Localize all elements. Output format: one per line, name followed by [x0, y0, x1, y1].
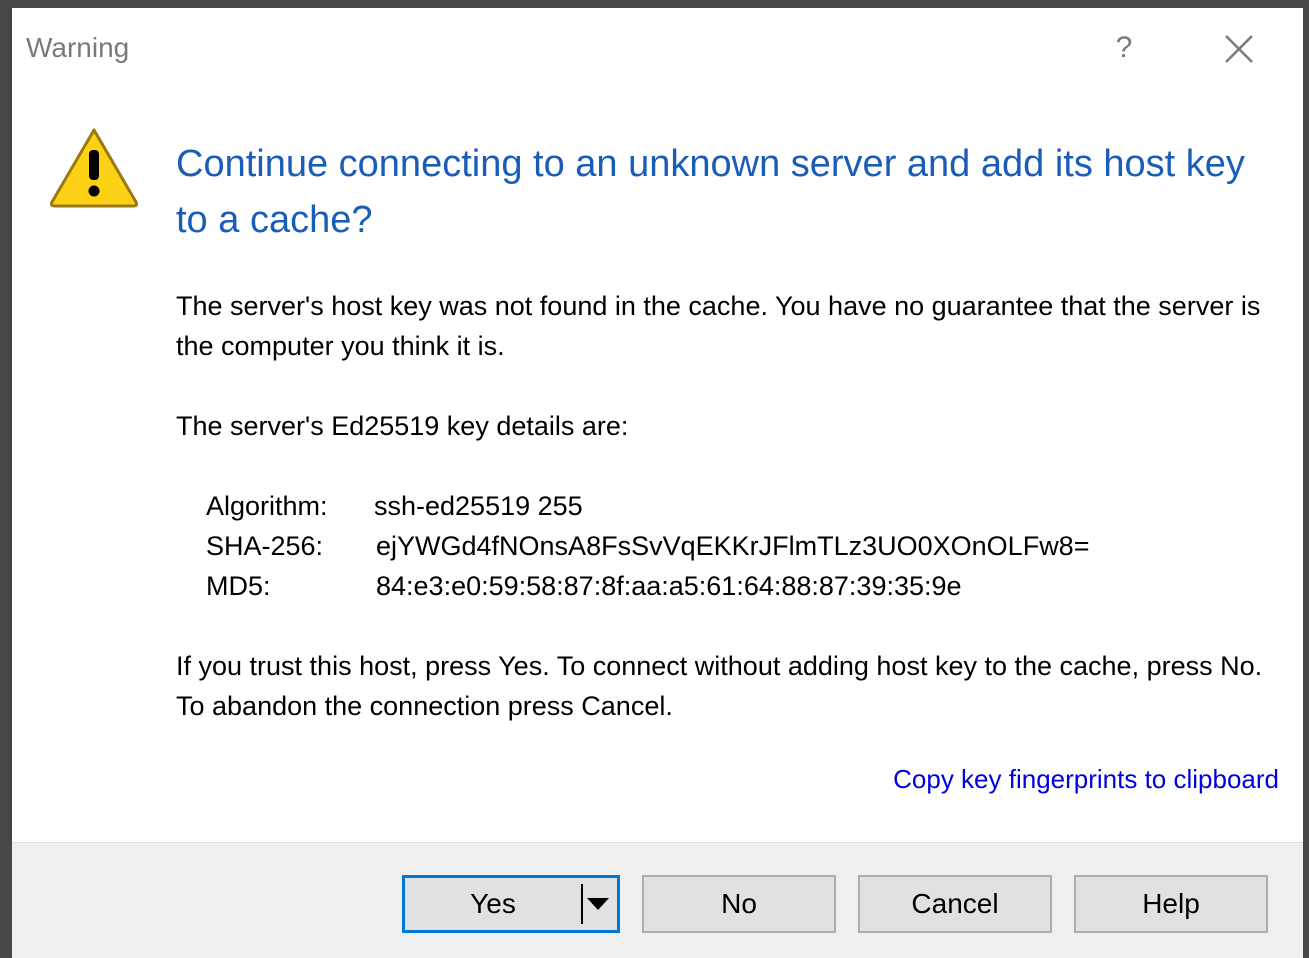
key-details: Algorithm: ssh-ed25519 255 SHA-256: ejYW… — [206, 486, 1089, 606]
detail-value: ejYWGd4fNOnsA8FsSvVqEKKrJFlmTLz3UO0XOnOL… — [376, 531, 1090, 561]
main-instruction: Continue connecting to an unknown server… — [176, 143, 1245, 241]
yes-button-label[interactable]: Yes — [405, 878, 581, 930]
copy-fingerprints-link[interactable]: Copy key fingerprints to clipboard — [893, 764, 1279, 795]
key-details-heading: The server's Ed25519 key details are: — [176, 411, 629, 441]
help-button[interactable]: Help — [1074, 875, 1268, 933]
detail-value: 84:e3:e0:59:58:87:8f:aa:a5:61:64:88:87:3… — [376, 571, 962, 601]
detail-row-sha256: SHA-256: ejYWGd4fNOnsA8FsSvVqEKKrJFlmTLz… — [206, 526, 1089, 566]
detail-row-md5: MD5: 84:e3:e0:59:58:87:8f:aa:a5:61:64:88… — [206, 566, 1089, 606]
detail-label: SHA-256: — [206, 531, 324, 561]
warning-icon — [48, 126, 140, 208]
yes-split-button[interactable]: Yes — [402, 875, 620, 933]
help-icon[interactable]: ? — [1104, 26, 1144, 70]
host-key-not-found-text: The server's host key was not found in t… — [176, 291, 1261, 361]
instructions-text: If you trust this host, press Yes. To co… — [176, 651, 1263, 721]
detail-label: MD5: — [206, 571, 271, 601]
detail-value: ssh-ed25519 255 — [374, 491, 583, 521]
close-icon[interactable] — [1216, 28, 1260, 72]
detail-row-algorithm: Algorithm: ssh-ed25519 255 — [206, 486, 1089, 526]
cancel-button[interactable]: Cancel — [858, 875, 1052, 933]
warning-dialog: Warning ? Continue connecting to an unkn… — [0, 0, 1309, 958]
window-title: Warning — [26, 32, 130, 63]
detail-label: Algorithm: — [206, 491, 328, 521]
title-bar: Warning ? — [12, 8, 1303, 88]
button-bar: Yes No Cancel Help — [12, 842, 1303, 958]
dropdown-arrow-icon[interactable] — [587, 898, 609, 910]
split-divider — [581, 884, 583, 924]
no-button[interactable]: No — [642, 875, 836, 933]
